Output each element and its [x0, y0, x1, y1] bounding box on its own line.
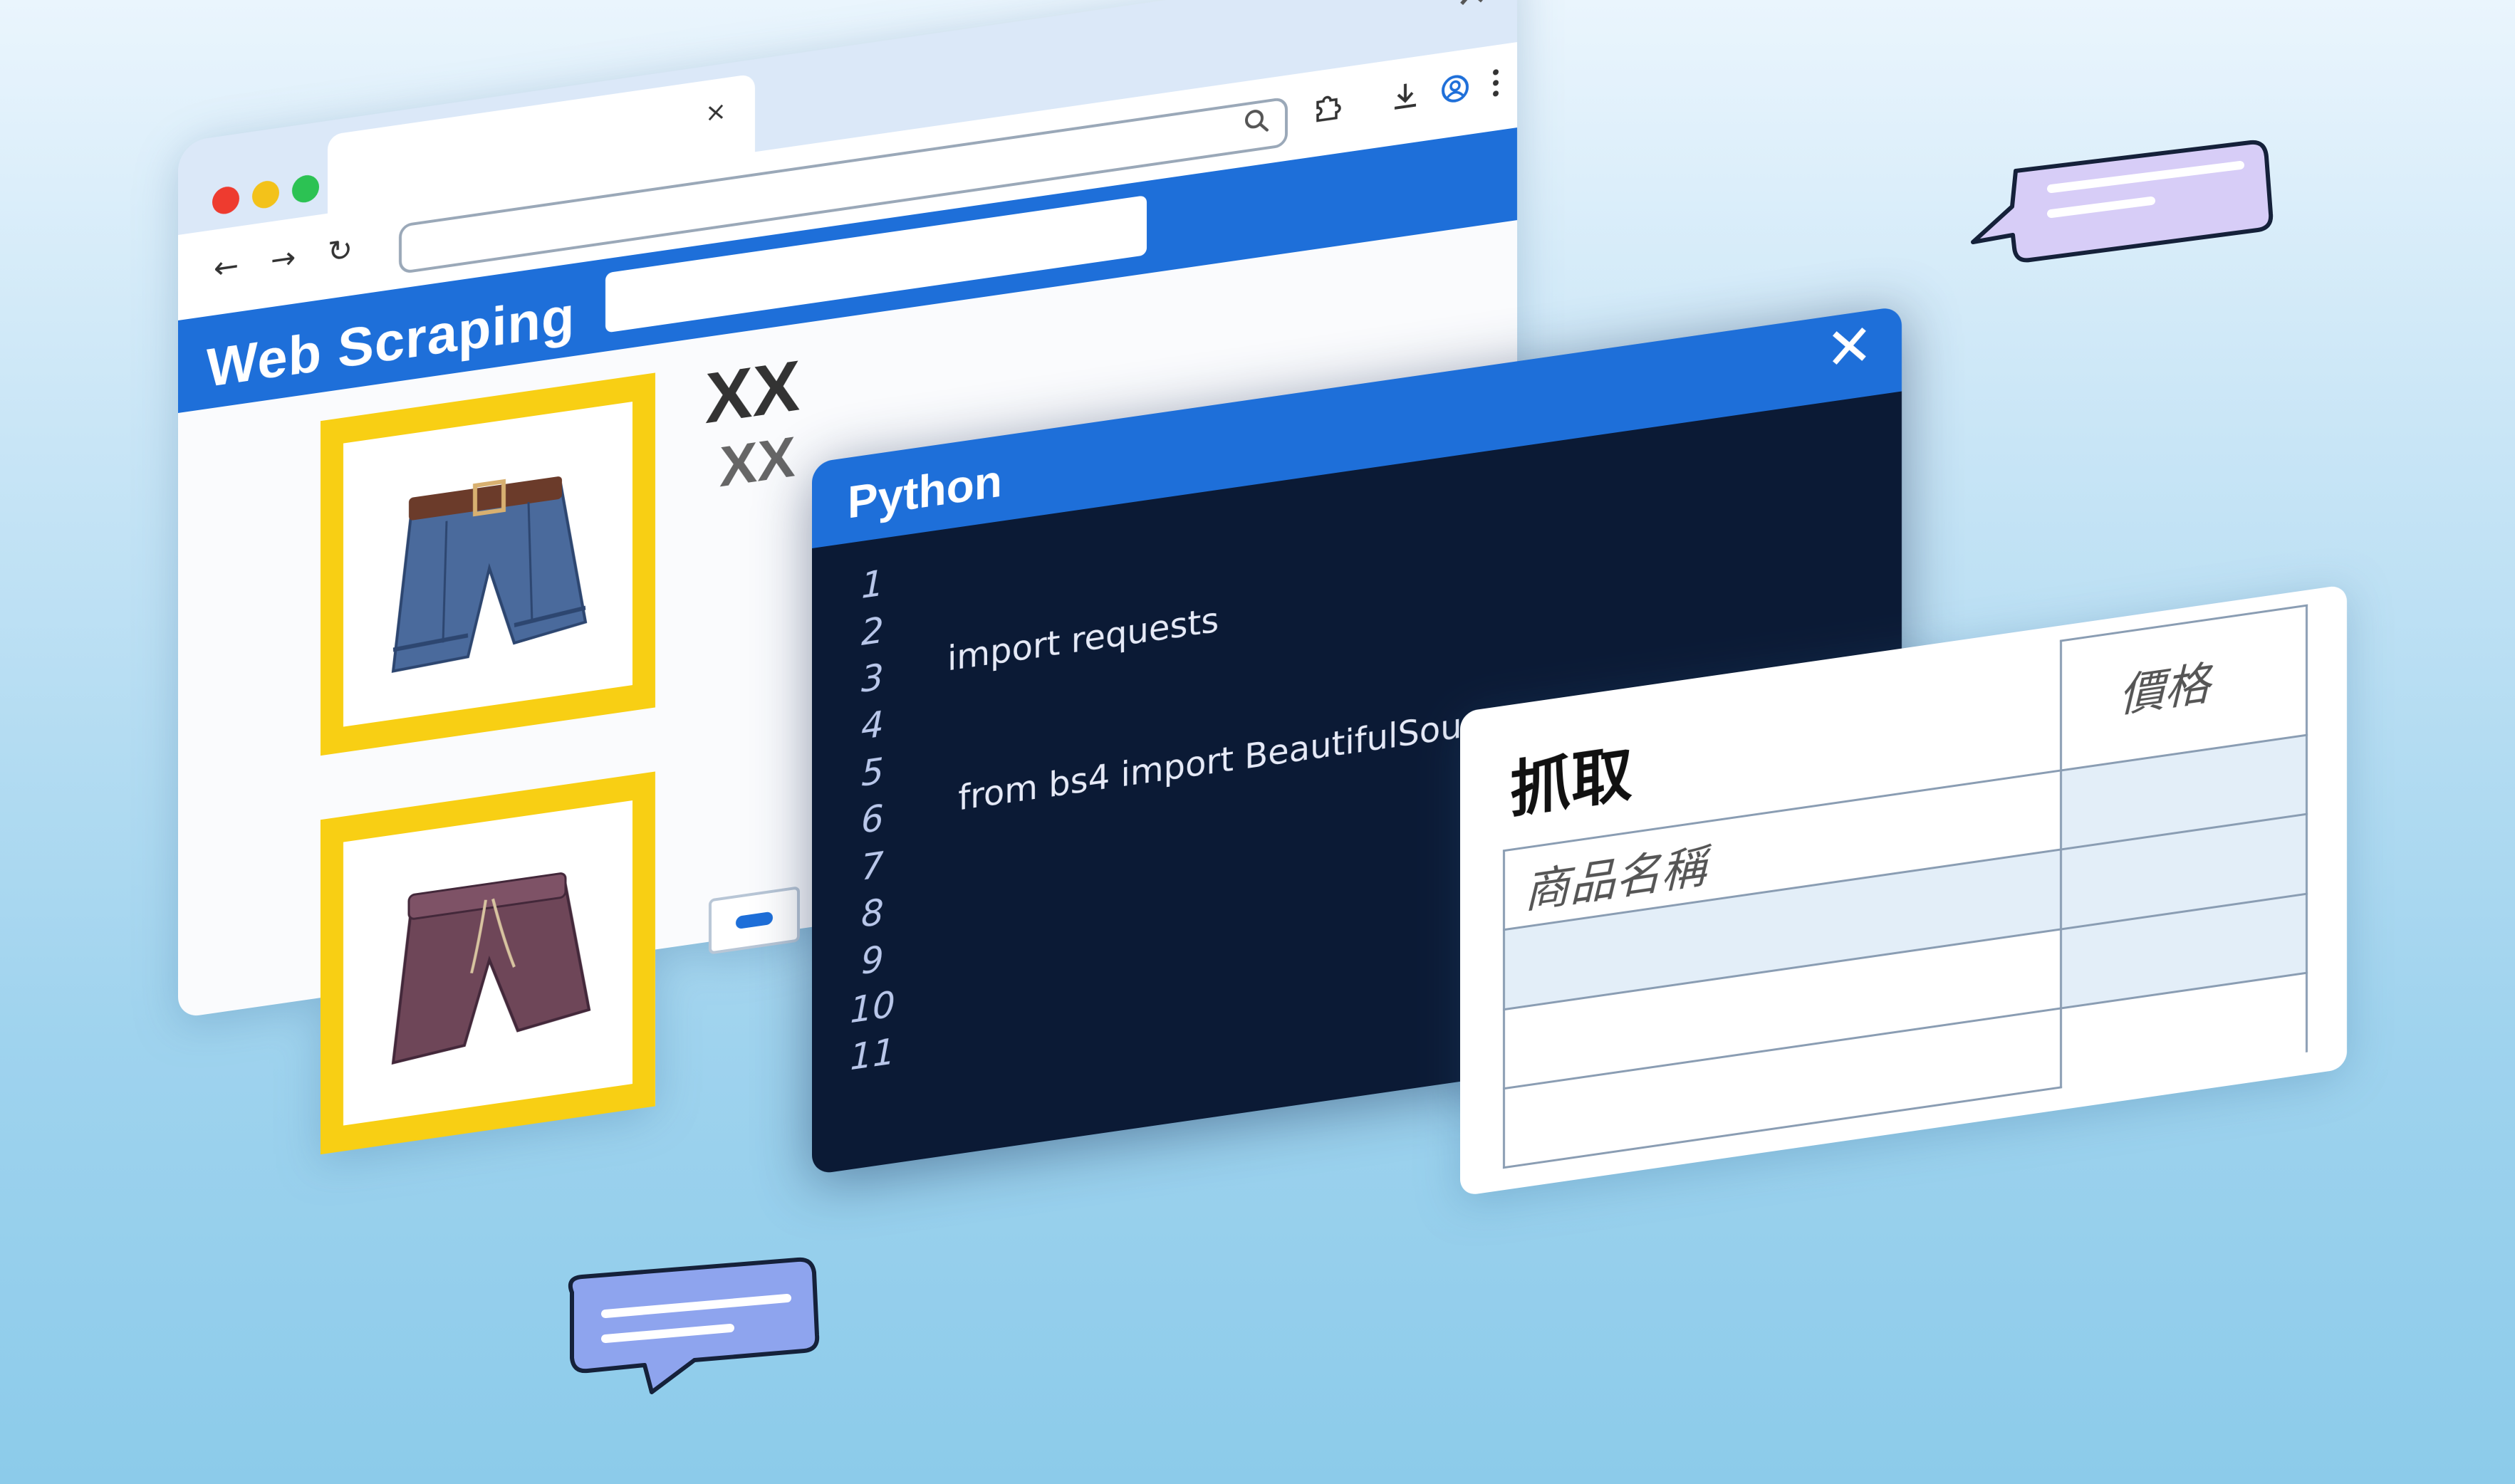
reload-icon[interactable]: ↻	[328, 231, 353, 270]
window-close-icon[interactable]: ✕	[1455, 0, 1489, 19]
code-lines: import requests from bs4 import Beautifu…	[947, 464, 1484, 918]
line-number: 10	[850, 983, 895, 1032]
line-number: 2	[861, 609, 884, 654]
code-line-1: import requests	[947, 600, 1219, 679]
button-indicator	[736, 911, 773, 930]
close-icon[interactable]: ✕	[1826, 310, 1873, 384]
line-number: 4	[861, 703, 884, 748]
window-controls	[212, 173, 319, 216]
extensions-icon[interactable]	[1311, 88, 1343, 126]
back-arrow-icon[interactable]: ←	[214, 248, 239, 286]
close-dot-icon[interactable]	[212, 184, 239, 216]
blue-shorts-icon	[391, 476, 588, 673]
speech-bubble-top-right	[1971, 140, 2274, 263]
product-card-2[interactable]	[321, 771, 655, 1155]
line-number: 3	[861, 656, 884, 701]
profile-icon[interactable]	[1439, 70, 1472, 108]
line-number: 1	[861, 562, 884, 607]
price-column-header: 價格	[2119, 657, 2210, 723]
line-number: 6	[861, 797, 884, 842]
product-image-frame	[343, 800, 632, 1126]
product-subtitle: XX	[719, 424, 796, 499]
tab-close-icon[interactable]: ×	[705, 96, 727, 128]
line-number: 11	[850, 1030, 895, 1079]
line-number: 9	[861, 938, 884, 983]
maximize-dot-icon[interactable]	[292, 173, 319, 204]
line-number: 5	[861, 750, 884, 795]
product-image-frame	[343, 402, 632, 727]
code-line-2: from bs4 import BeautifulSoup	[947, 703, 1484, 820]
card-title: 抓取	[1510, 738, 1633, 827]
product-card-1[interactable]	[321, 372, 655, 756]
line-numbers: 1 2 3 4 5 6 7 8 9 10 11	[848, 558, 897, 1082]
purple-shorts-icon	[391, 872, 591, 1065]
line-number: 8	[861, 891, 884, 936]
speech-bubble-bottom-left	[568, 1257, 820, 1394]
more-menu-icon[interactable]	[1489, 66, 1503, 100]
line-number: 7	[861, 844, 884, 889]
search-icon[interactable]	[1242, 105, 1271, 137]
minimize-dot-icon[interactable]	[252, 179, 279, 211]
forward-arrow-icon[interactable]: →	[271, 239, 296, 278]
product-button[interactable]	[709, 886, 800, 955]
download-icon[interactable]	[1389, 77, 1422, 115]
python-editor-title: Python	[848, 454, 1002, 528]
